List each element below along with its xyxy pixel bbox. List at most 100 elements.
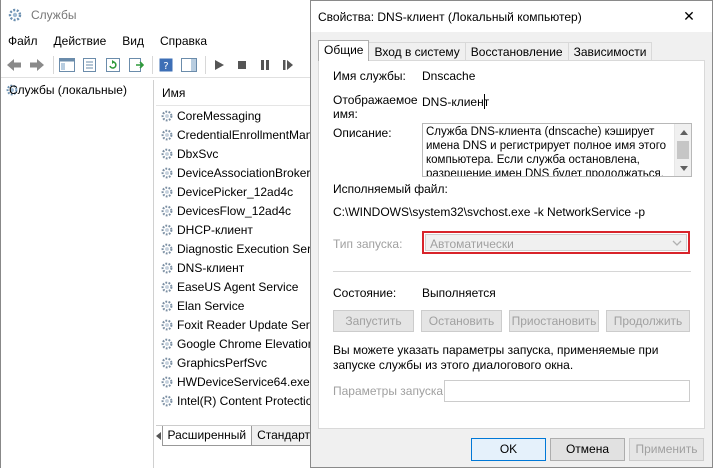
divider: [333, 271, 691, 272]
service-row[interactable]: CredentialEnrollmentMan: [156, 125, 316, 144]
startup-params-input[interactable]: [444, 380, 690, 402]
resume-button[interactable]: Продолжить: [606, 310, 690, 332]
service-name: CredentialEnrollmentMan: [177, 127, 313, 142]
menu-view[interactable]: Вид: [114, 30, 152, 52]
service-gear-icon: [160, 128, 174, 142]
service-row[interactable]: Foxit Reader Update Serv: [156, 315, 316, 334]
service-properties-dialog: Свойства: DNS-клиент (Локальный компьюте…: [310, 0, 713, 468]
column-header-name[interactable]: Имя: [156, 80, 316, 106]
tab-general[interactable]: Общие: [318, 40, 370, 61]
tab-extended[interactable]: Расширенный: [161, 426, 253, 446]
service-row[interactable]: Google Chrome Elevation: [156, 334, 316, 353]
start-button[interactable]: Запустить: [333, 310, 414, 332]
service-name: DHCP-клиент: [177, 222, 253, 237]
status-value: Выполняется: [422, 286, 496, 300]
back-arrow-icon[interactable]: [4, 55, 24, 75]
tab-standard[interactable]: Стандарт: [252, 426, 316, 446]
description-label: Описание:: [333, 126, 392, 140]
tab-logon[interactable]: Вход в систему: [368, 42, 466, 61]
export-list-icon[interactable]: [126, 55, 146, 75]
stop-button[interactable]: Остановить: [421, 310, 502, 332]
tree-node-services-local[interactable]: Службы (локальные): [1, 80, 153, 100]
apply-button[interactable]: Применить: [629, 438, 704, 461]
display-name-field[interactable]: DNS-клиент: [422, 95, 489, 109]
service-row[interactable]: DbxSvc: [156, 144, 316, 163]
service-row[interactable]: CoreMessaging: [156, 106, 316, 125]
service-gear-icon: [160, 337, 174, 351]
services-gear-icon: [8, 8, 22, 22]
service-row[interactable]: EaseUS Agent Service: [156, 277, 316, 296]
restart-service-icon[interactable]: [278, 55, 298, 75]
service-row[interactable]: HWDeviceService64.exe: [156, 372, 316, 391]
service-gear-icon: [160, 394, 174, 408]
scroll-thumb[interactable]: [677, 141, 689, 159]
cancel-button[interactable]: Отмена: [550, 438, 625, 461]
services-menubar: Файл Действие Вид Справка: [1, 30, 311, 52]
startup-params-label: Параметры запуска:: [333, 384, 447, 398]
startup-type-field: Автоматически: [425, 234, 687, 251]
service-gear-icon: [160, 204, 174, 218]
service-name: DeviceAssociationBroker_: [177, 165, 316, 180]
forward-arrow-icon[interactable]: [27, 55, 47, 75]
menu-help[interactable]: Справка: [152, 30, 215, 52]
ok-button[interactable]: OK: [471, 438, 546, 461]
service-name: Google Chrome Elevation: [177, 336, 315, 351]
description-scrollbar[interactable]: [674, 124, 691, 176]
close-icon[interactable]: ✕: [666, 1, 712, 32]
service-row[interactable]: Elan Service: [156, 296, 316, 315]
service-row[interactable]: DevicesFlow_12ad4c: [156, 201, 316, 220]
services-window-title: Службы: [31, 8, 77, 22]
dialog-titlebar: Свойства: DNS-клиент (Локальный компьюте…: [311, 1, 712, 32]
startup-type-label: Тип запуска:: [333, 237, 403, 251]
pause-button[interactable]: Приостановить: [509, 310, 599, 332]
show-hide-pane-icon[interactable]: [179, 55, 199, 75]
services-toolbar: ?: [1, 52, 311, 78]
service-gear-icon: [160, 223, 174, 237]
menu-file[interactable]: Файл: [1, 30, 46, 52]
refresh-icon[interactable]: [103, 55, 123, 75]
service-row[interactable]: DNS-клиент: [156, 258, 316, 277]
service-name: Elan Service: [177, 298, 245, 313]
tab-dependencies[interactable]: Зависимости: [567, 42, 653, 61]
description-textbox[interactable]: Служба DNS-клиента (dnscache) кэширует и…: [422, 123, 692, 177]
display-name-label: Отображаемое имя:: [333, 93, 418, 121]
svg-text:?: ?: [163, 61, 168, 72]
dialog-tabs: Общие Вход в систему Восстановление Зави…: [318, 40, 653, 61]
toolbar-separator: [53, 55, 54, 74]
startup-type-select[interactable]: Автоматически: [422, 231, 690, 254]
service-row[interactable]: Intel(R) Content Protectio: [156, 391, 316, 410]
service-name: DevicesFlow_12ad4c: [177, 203, 292, 218]
stop-service-icon[interactable]: [232, 55, 252, 75]
status-label: Состояние:: [333, 286, 397, 300]
help-icon[interactable]: ?: [156, 55, 176, 75]
service-name: EaseUS Agent Service: [177, 279, 299, 294]
service-name: Diagnostic Execution Serv: [177, 241, 316, 256]
service-gear-icon: [160, 166, 174, 180]
service-row[interactable]: DevicePicker_12ad4c: [156, 182, 316, 201]
pause-service-icon[interactable]: [255, 55, 275, 75]
tab-recovery[interactable]: Восстановление: [464, 42, 569, 61]
service-gear-icon: [160, 242, 174, 256]
service-row[interactable]: DeviceAssociationBroker_: [156, 163, 316, 182]
services-list: CoreMessaging CredentialEnrollmentMan DbxS…: [156, 106, 316, 410]
service-gear-icon: [160, 356, 174, 370]
service-row[interactable]: DHCP-клиент: [156, 220, 316, 239]
console-tree-icon[interactable]: [57, 55, 77, 75]
properties-sheet-icon[interactable]: [80, 55, 100, 75]
executable-path: C:\WINDOWS\system32\svchost.exe -k Netwo…: [333, 205, 646, 219]
service-gear-icon: [160, 147, 174, 161]
startup-type-value: Автоматически: [430, 237, 514, 251]
start-service-icon[interactable]: [209, 55, 229, 75]
service-gear-icon: [160, 185, 174, 199]
toolbar-separator: [205, 55, 206, 74]
service-name: DevicePicker_12ad4c: [177, 184, 294, 199]
services-list-pane: Имя CoreMessaging CredentialEnrollmentMan…: [156, 80, 316, 425]
service-row[interactable]: Diagnostic Execution Serv: [156, 239, 316, 258]
menu-action[interactable]: Действие: [46, 30, 115, 52]
toolbar-separator: [152, 55, 153, 74]
service-name: GraphicsPerfSvc: [177, 355, 268, 370]
scroll-down-icon[interactable]: [675, 160, 691, 176]
scroll-up-icon[interactable]: [675, 124, 691, 140]
service-row[interactable]: GraphicsPerfSvc: [156, 353, 316, 372]
dialog-title: Свойства: DNS-клиент (Локальный компьюте…: [318, 9, 582, 24]
